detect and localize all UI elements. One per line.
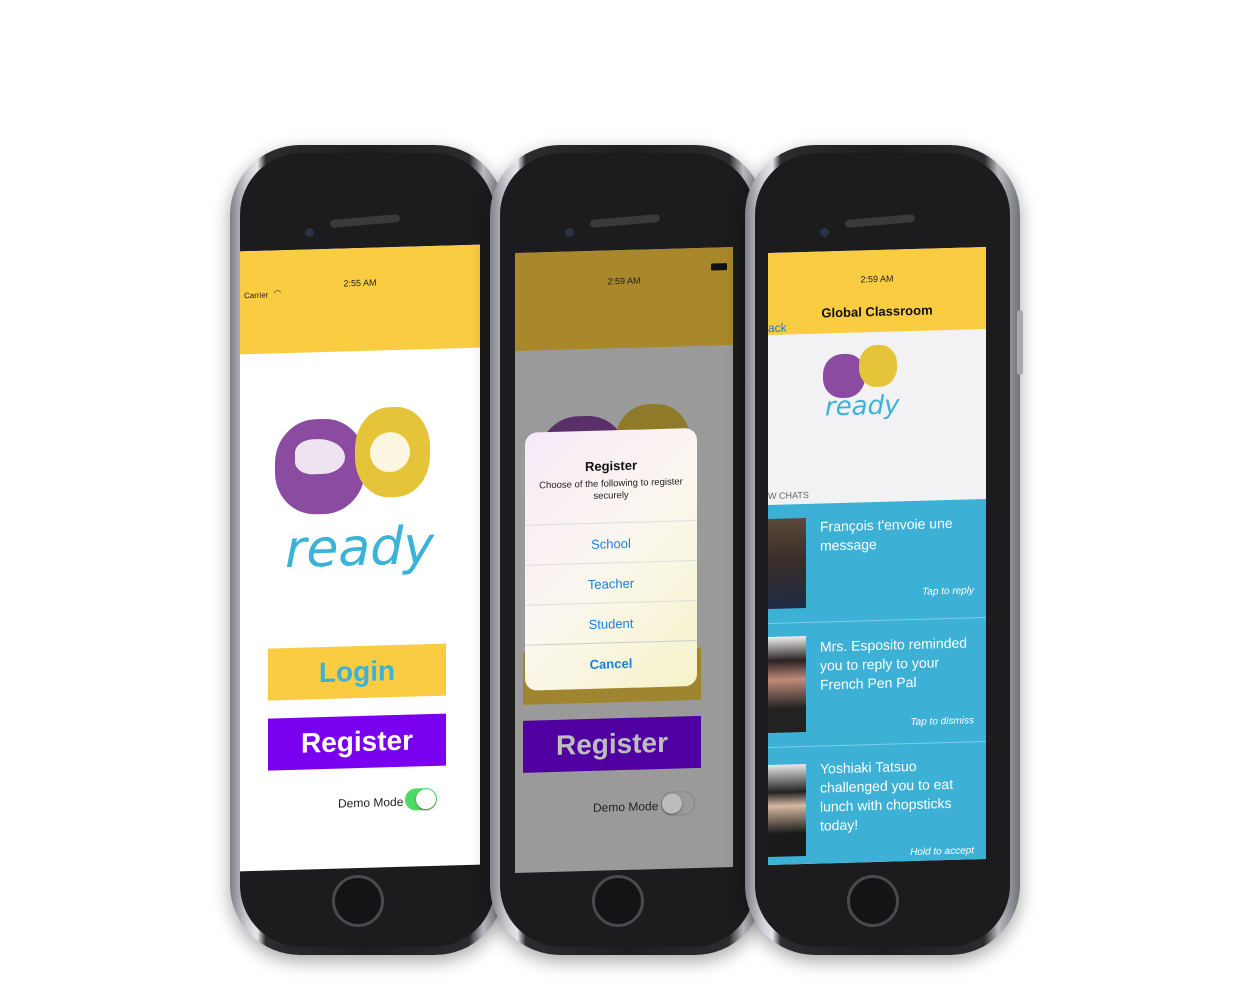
chat-item[interactable]: François t'envoie une message Tap to rep…	[768, 498, 986, 625]
demo-mode-label: Demo Mode	[593, 799, 659, 815]
register-sheet-screen: 2:59 AM Register Demo Mode Register Choo…	[515, 246, 733, 874]
logo-text: ready	[825, 390, 900, 423]
demo-mode-label: Demo Mode	[338, 794, 404, 811]
toggle-knob	[662, 793, 682, 814]
sheet-option-label: Student	[588, 615, 634, 632]
battery-icon	[711, 263, 727, 271]
chat-list: François t'envoie une message Tap to rep…	[768, 498, 986, 866]
sheet-option-label: Teacher	[587, 575, 635, 592]
ready-logo: ready	[275, 406, 440, 611]
avatar-francois	[768, 517, 806, 610]
sheet-option-label: School	[591, 535, 631, 552]
home-button-icon[interactable]	[592, 875, 644, 927]
chat-item[interactable]: Yoshiaki Tatsuo challenged you to eat lu…	[768, 741, 986, 865]
section-header: W CHATS	[768, 489, 809, 502]
demo-mode-toggle[interactable]	[661, 791, 695, 816]
toggle-knob	[416, 788, 436, 810]
ready-logo: ready	[823, 344, 903, 436]
register-action-sheet: Register Choose of the following to regi…	[525, 427, 697, 691]
chat-hint: Hold to accept	[910, 845, 974, 859]
sheet-cancel-button[interactable]: Cancel	[525, 639, 697, 686]
back-button[interactable]: ack	[768, 321, 787, 336]
chat-hint: Tap to reply	[922, 585, 974, 598]
chat-item[interactable]: Mrs. Esposito reminded you to reply to y…	[768, 616, 986, 749]
sheet-cancel-label: Cancel	[589, 655, 633, 672]
chat-message: Yoshiaki Tatsuo challenged you to eat lu…	[820, 757, 954, 834]
carrier-label: Carrier	[244, 290, 269, 301]
login-button[interactable]: Login	[268, 643, 446, 701]
demo-mode-toggle[interactable]	[405, 787, 437, 811]
home-button-icon[interactable]	[332, 875, 384, 927]
sheet-option-teacher[interactable]: Teacher	[525, 559, 697, 606]
register-button[interactable]: Register	[268, 713, 446, 771]
logo-text: ready	[285, 515, 435, 581]
register-button-label: Register	[555, 726, 669, 761]
chat-message: Mrs. Esposito reminded you to reply to y…	[820, 634, 968, 693]
login-screen: Carrier ◠ 2:55 AM ready Login Register D…	[240, 244, 480, 872]
global-classroom-screen: 2:59 AM ack Global Classroom ready W CHA…	[768, 246, 986, 866]
register-button-label: Register	[300, 724, 414, 759]
chat-hint: Tap to dismiss	[910, 715, 974, 729]
sheet-option-student[interactable]: Student	[525, 599, 697, 646]
chat-message: François t'envoie une message	[820, 514, 953, 554]
home-button-icon[interactable]	[847, 875, 899, 927]
front-camera	[305, 228, 314, 237]
front-camera	[820, 228, 829, 237]
side-button[interactable]	[1017, 310, 1023, 375]
yellow-bubble-icon	[859, 344, 897, 388]
register-button[interactable]: Register	[523, 715, 701, 773]
avatar-esposito	[768, 635, 806, 734]
front-camera	[565, 228, 574, 237]
login-button-label: Login	[318, 655, 396, 689]
sheet-option-school[interactable]: School	[525, 519, 697, 566]
avatar-tatsuo	[768, 763, 806, 858]
globe-map-icon	[295, 438, 345, 475]
sheet-title: Register	[584, 457, 638, 475]
sheet-message: Choose of the following to register secu…	[539, 476, 683, 502]
